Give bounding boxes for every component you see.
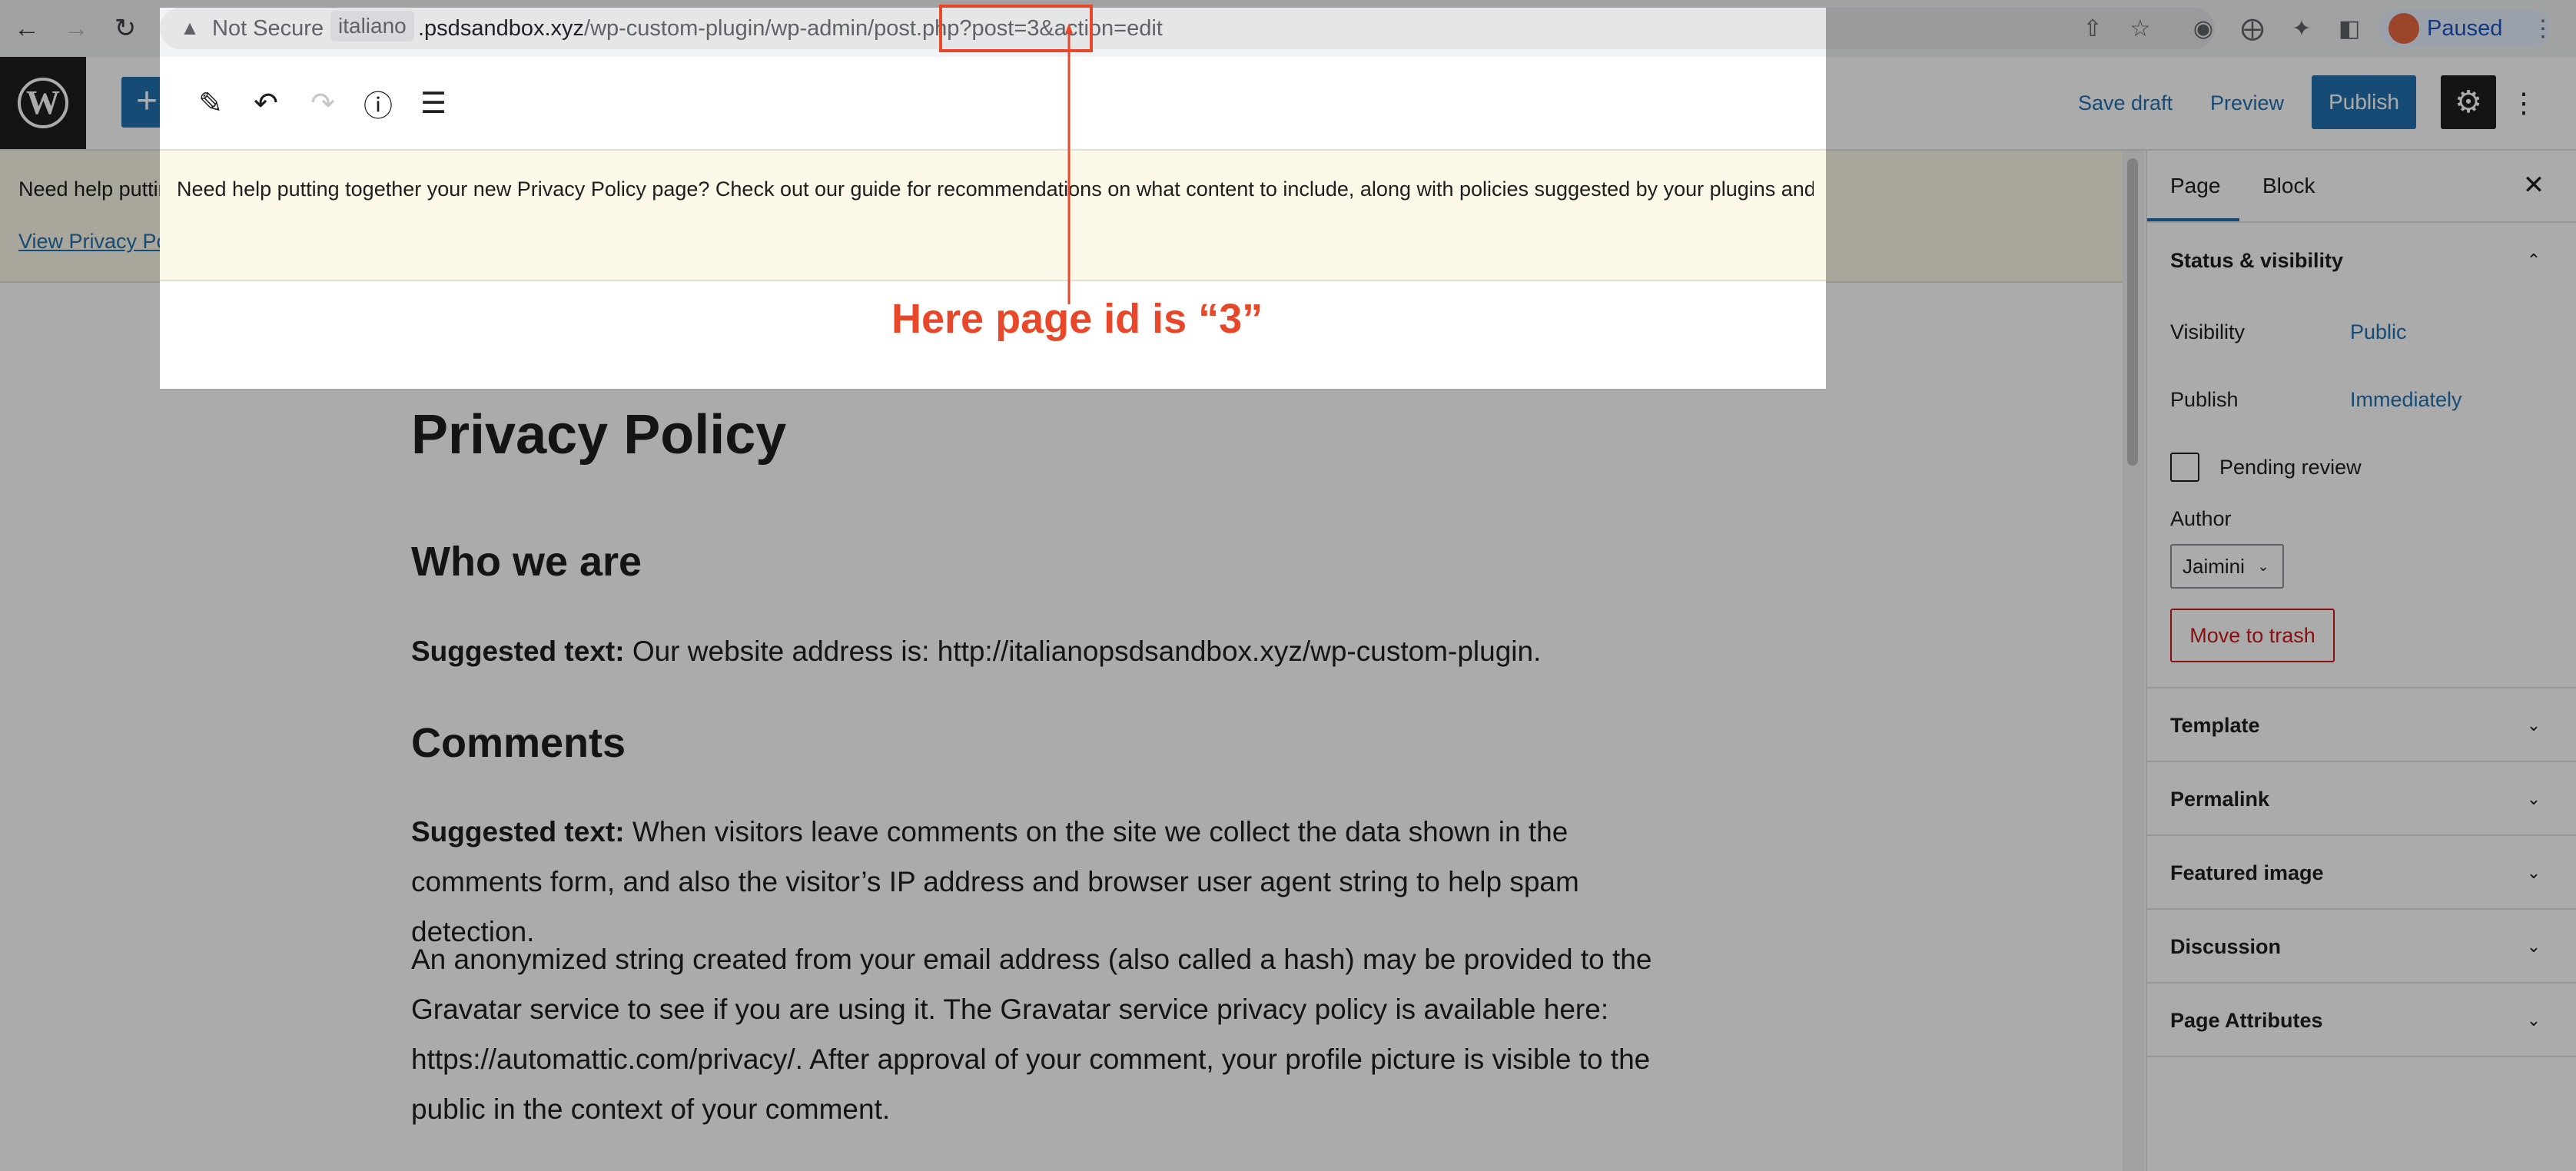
dim-overlay [160, 389, 1826, 1171]
spotlight-notice-band [160, 151, 1826, 281]
security-label[interactable]: Not Secure [212, 14, 324, 43]
redo-icon[interactable]: ↷ [301, 81, 344, 124]
host-chip: italiano [330, 11, 414, 41]
warning-icon[interactable]: ▲ [178, 15, 201, 40]
url-host: .psdsandbox.xyz [418, 16, 585, 41]
undo-icon[interactable]: ↶ [244, 81, 287, 124]
divider [160, 280, 1826, 281]
spotlight-notice-text: Need help putting together your new Priv… [177, 177, 1814, 201]
annotation-label: Here page id is “3” [891, 296, 1263, 342]
dim-overlay [0, 0, 160, 1171]
pencil-icon[interactable]: ✎ [189, 81, 232, 124]
spotlight-toolbar [160, 57, 1826, 149]
annotation-arrow [1065, 23, 1073, 304]
dim-overlay [1826, 0, 2576, 1171]
info-icon[interactable]: ⓘ [357, 81, 400, 124]
divider [160, 149, 1826, 151]
list-view-icon[interactable]: ☰ [412, 81, 455, 124]
